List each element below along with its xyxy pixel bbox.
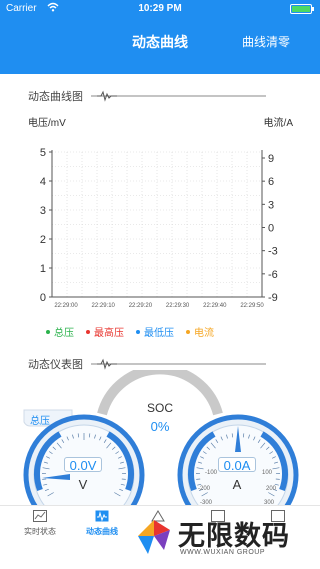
battery-icon <box>290 4 314 14</box>
voltage-value: 0.0V <box>64 457 102 472</box>
status-bar: Carrier 10:29 PM <box>0 0 320 18</box>
clear-curve-button[interactable]: 曲线清零 <box>242 33 290 50</box>
right-tick-label: -9 <box>268 292 278 304</box>
left-tick-label: 2 <box>40 234 46 246</box>
right-tick-label: 0 <box>268 223 274 235</box>
voltage-unit: V <box>78 477 88 492</box>
x-tick-label: 22:29:30 <box>166 303 190 309</box>
curve-section-title: 动态曲线图 <box>28 91 83 103</box>
left-axis-ticks: 5 4 3 2 1 0 <box>40 147 52 304</box>
legend-label: 总压 <box>54 328 74 339</box>
watermark: 无限数码 WWW.WUXIAN GROUP <box>134 508 320 569</box>
left-tick-label: 5 <box>40 147 46 159</box>
current-tick-label: -100 <box>205 470 218 476</box>
legend-item[interactable]: 总压 <box>46 324 74 339</box>
gauge-panel: -100 -200 -300 100 200 300 <box>23 370 299 506</box>
x-tick-label: 22:29:20 <box>129 303 153 309</box>
right-tick-label: 9 <box>268 153 274 165</box>
legend-item[interactable]: 最低压 <box>136 324 174 339</box>
chart-icon <box>33 510 47 522</box>
chart-legend: 总压 最高压 最低压 电流 <box>46 324 214 339</box>
dynamic-curve-chart: 电压/mV 电流/A 543210 9630-3-6-9 22:29:00 22:… <box>28 116 294 309</box>
pulse-line-icon <box>91 358 266 370</box>
x-tick-label: 22:29:00 <box>54 303 78 309</box>
soc-value: 0% <box>150 419 170 434</box>
legend-dot-icon <box>46 329 50 334</box>
legend-dot-icon <box>86 329 90 334</box>
legend-item[interactable]: 最高压 <box>86 324 124 339</box>
left-axis-label: 电压/mV <box>28 116 66 129</box>
x-tick-label: 22:29:50 <box>240 303 264 309</box>
current-value: 0.0A <box>218 457 256 472</box>
legend-label: 最高压 <box>94 328 124 339</box>
right-tick-label: 3 <box>268 199 274 211</box>
tab-realtime-status[interactable]: 实时状态 <box>8 510 72 537</box>
legend-dot-icon <box>136 329 140 334</box>
legend-label: 最低压 <box>144 328 174 339</box>
nav-bar: 动态曲线 曲线清零 <box>0 18 320 74</box>
soc-label: SOC <box>146 401 173 415</box>
x-tick-label: 22:29:40 <box>203 303 227 309</box>
current-unit: A <box>232 477 242 492</box>
curve-section-header: 动态曲线图 <box>28 88 266 104</box>
right-tick-label: -3 <box>268 246 278 258</box>
current-tick-label: -200 <box>198 486 211 492</box>
legend-label: 电流 <box>194 328 214 339</box>
tab-dynamic-curve[interactable]: 动态曲线 <box>70 510 134 537</box>
current-tick-label: 100 <box>262 470 273 476</box>
left-tick-label: 1 <box>40 263 46 275</box>
tab-label: 动态曲线 <box>86 527 118 536</box>
watermark-subtitle: WWW.WUXIAN GROUP <box>180 549 265 556</box>
left-tick-label: 0 <box>40 292 46 304</box>
battery-level <box>292 6 310 12</box>
wave-icon <box>95 510 109 522</box>
watermark-logo-icon <box>138 520 170 554</box>
total-voltage-tag[interactable]: 总压 <box>30 412 50 427</box>
right-axis-ticks: 9 6 3 0 -3 -6 -9 <box>262 153 278 304</box>
left-tick-label: 3 <box>40 205 46 217</box>
chart-grid <box>51 150 263 298</box>
x-axis-ticks: 22:29:00 22:29:10 22:29:20 22:29:30 22:29:40… <box>54 303 264 309</box>
watermark-title: 无限数码 <box>178 521 290 551</box>
pulse-line-icon <box>91 90 266 102</box>
tab-label: 实时状态 <box>24 527 56 536</box>
left-tick-label: 4 <box>40 176 46 188</box>
legend-item[interactable]: 电流 <box>186 324 214 339</box>
right-tick-label: -6 <box>268 269 278 281</box>
current-tick-label: 200 <box>266 486 277 492</box>
x-tick-label: 22:29:10 <box>92 303 116 309</box>
right-tick-label: 6 <box>268 176 274 188</box>
right-axis-label: 电流/A <box>264 116 294 129</box>
legend-dot-icon <box>186 329 190 334</box>
clock: 10:29 PM <box>138 3 182 14</box>
